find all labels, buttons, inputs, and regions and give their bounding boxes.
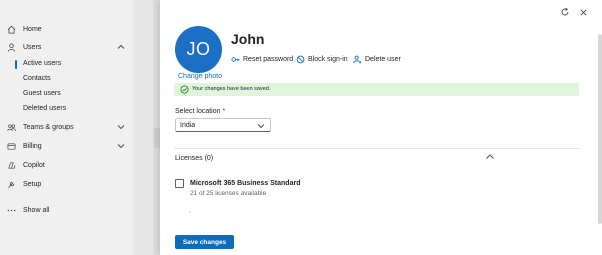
nav-subitem-contacts[interactable]: Contacts (0, 73, 133, 85)
nav-item-users[interactable]: Users (0, 40, 133, 54)
delete-user-button[interactable]: Delete user (353, 54, 401, 64)
nav-item-billing[interactable]: Billing (0, 139, 133, 153)
nav-label: Guest users (23, 90, 61, 97)
nav-label: Show all (23, 206, 50, 214)
panel-scrollbar[interactable] (598, 34, 602, 224)
refresh-icon[interactable] (559, 6, 571, 18)
nav-label: Deleted users (23, 105, 67, 112)
close-icon[interactable] (577, 6, 589, 18)
nav-label: Billing (23, 142, 42, 150)
nav-label: Copilot (23, 161, 45, 169)
location-field-label: Select location * (175, 108, 225, 115)
reset-password-button[interactable]: Reset password (231, 54, 293, 64)
success-message-bar: Your changes have been saved. (174, 83, 579, 96)
block-icon (296, 55, 305, 64)
avatar: JO (175, 26, 222, 73)
chevron-up-icon[interactable] (117, 43, 125, 51)
user-details-panel: JO Change photo John Reset password Bloc… (160, 0, 602, 255)
nav-item-teams-groups[interactable]: Teams & groups (0, 120, 133, 134)
delete-user-label: Delete user (365, 55, 401, 63)
home-icon (7, 25, 16, 34)
license-availability: 21 of 25 licenses available (190, 190, 267, 197)
block-signin-label: Block sign-in (308, 55, 348, 63)
license-checkbox[interactable] (175, 179, 184, 188)
nav-subitem-guest-users[interactable]: Guest users (0, 88, 133, 100)
nav-label: Home (23, 25, 42, 33)
location-selected-value: India (180, 122, 196, 129)
person-icon (7, 42, 16, 52)
left-navigation: Home Users Active users Contacts Guest u… (0, 0, 133, 255)
teams-groups-icon (7, 123, 16, 132)
chevron-down-icon (257, 122, 265, 130)
license-name: Microsoft 365 Business Standard (190, 180, 301, 187)
faint-mark (189, 211, 191, 213)
chevron-up-icon[interactable] (485, 152, 495, 162)
location-dropdown[interactable]: India (175, 118, 271, 132)
nav-label: Teams & groups (23, 123, 74, 131)
nav-subitem-deleted-users[interactable]: Deleted users (0, 103, 133, 115)
success-message-text: Your changes have been saved. (192, 86, 271, 92)
change-photo-link[interactable]: Change photo (178, 73, 222, 80)
nav-item-copilot[interactable]: Copilot (0, 158, 133, 172)
nav-item-home[interactable]: Home (0, 22, 133, 36)
copilot-icon (7, 161, 16, 170)
checkmark-circle-icon (180, 85, 189, 94)
wrench-icon (7, 180, 16, 189)
credit-card-icon (7, 142, 16, 151)
save-changes-label: Save changes (182, 238, 227, 246)
nav-item-setup[interactable]: Setup (0, 177, 133, 191)
ellipsis-icon (7, 206, 16, 215)
chevron-down-icon[interactable] (117, 142, 125, 150)
location-label-text: Select location (175, 108, 221, 115)
nav-label: Active users (23, 60, 62, 67)
nav-subitem-active-users[interactable]: Active users (0, 58, 133, 70)
required-marker: * (222, 108, 226, 115)
nav-item-show-all[interactable]: Show all (0, 203, 133, 217)
user-display-name: John (231, 31, 265, 47)
nav-label: Contacts (23, 75, 51, 82)
section-divider (174, 148, 579, 149)
active-indicator (15, 60, 17, 69)
avatar-initials: JO (186, 39, 211, 59)
save-changes-button[interactable]: Save changes (175, 235, 234, 249)
nav-label: Users (23, 43, 42, 51)
person-delete-icon (353, 55, 362, 64)
key-icon (231, 55, 240, 64)
chevron-down-icon[interactable] (117, 123, 125, 131)
block-signin-button[interactable]: Block sign-in (296, 54, 348, 64)
reset-password-label: Reset password (243, 55, 294, 63)
licenses-section-header[interactable]: Licenses (0) (175, 155, 213, 162)
nav-label: Setup (23, 180, 42, 188)
